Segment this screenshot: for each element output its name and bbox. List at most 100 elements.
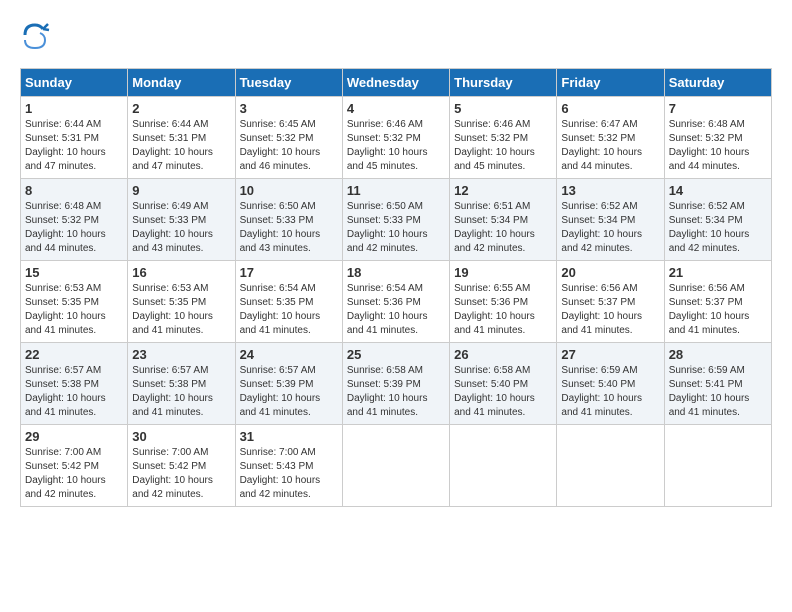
- calendar-cell: 21 Sunrise: 6:56 AM Sunset: 5:37 PM Dayl…: [664, 261, 771, 343]
- day-info: Sunrise: 6:46 AM Sunset: 5:32 PM Dayligh…: [347, 118, 445, 174]
- calendar-cell: [342, 425, 449, 507]
- day-number: 5: [454, 101, 552, 116]
- calendar-cell: 6 Sunrise: 6:47 AM Sunset: 5:32 PM Dayli…: [557, 97, 664, 179]
- calendar-cell: 15 Sunrise: 6:53 AM Sunset: 5:35 PM Dayl…: [21, 261, 128, 343]
- day-info: Sunrise: 6:51 AM Sunset: 5:34 PM Dayligh…: [454, 200, 552, 256]
- day-info: Sunrise: 6:57 AM Sunset: 5:39 PM Dayligh…: [240, 364, 338, 420]
- day-info: Sunrise: 6:56 AM Sunset: 5:37 PM Dayligh…: [669, 282, 767, 338]
- day-number: 15: [25, 265, 123, 280]
- day-info: Sunrise: 6:50 AM Sunset: 5:33 PM Dayligh…: [240, 200, 338, 256]
- day-info: Sunrise: 6:59 AM Sunset: 5:40 PM Dayligh…: [561, 364, 659, 420]
- day-info: Sunrise: 6:47 AM Sunset: 5:32 PM Dayligh…: [561, 118, 659, 174]
- calendar-cell: [450, 425, 557, 507]
- weekday-header-thursday: Thursday: [450, 69, 557, 97]
- logo: [20, 20, 54, 50]
- day-number: 25: [347, 347, 445, 362]
- day-info: Sunrise: 6:56 AM Sunset: 5:37 PM Dayligh…: [561, 282, 659, 338]
- calendar-cell: 3 Sunrise: 6:45 AM Sunset: 5:32 PM Dayli…: [235, 97, 342, 179]
- day-info: Sunrise: 7:00 AM Sunset: 5:43 PM Dayligh…: [240, 446, 338, 502]
- day-number: 13: [561, 183, 659, 198]
- calendar-week-4: 22 Sunrise: 6:57 AM Sunset: 5:38 PM Dayl…: [21, 343, 772, 425]
- day-info: Sunrise: 6:55 AM Sunset: 5:36 PM Dayligh…: [454, 282, 552, 338]
- day-number: 2: [132, 101, 230, 116]
- day-number: 29: [25, 429, 123, 444]
- calendar-cell: 1 Sunrise: 6:44 AM Sunset: 5:31 PM Dayli…: [21, 97, 128, 179]
- day-info: Sunrise: 6:53 AM Sunset: 5:35 PM Dayligh…: [132, 282, 230, 338]
- day-info: Sunrise: 6:48 AM Sunset: 5:32 PM Dayligh…: [669, 118, 767, 174]
- day-number: 8: [25, 183, 123, 198]
- weekday-header-friday: Friday: [557, 69, 664, 97]
- day-info: Sunrise: 7:00 AM Sunset: 5:42 PM Dayligh…: [132, 446, 230, 502]
- day-number: 20: [561, 265, 659, 280]
- day-info: Sunrise: 6:54 AM Sunset: 5:35 PM Dayligh…: [240, 282, 338, 338]
- calendar-cell: 23 Sunrise: 6:57 AM Sunset: 5:38 PM Dayl…: [128, 343, 235, 425]
- day-info: Sunrise: 6:44 AM Sunset: 5:31 PM Dayligh…: [132, 118, 230, 174]
- calendar-cell: 16 Sunrise: 6:53 AM Sunset: 5:35 PM Dayl…: [128, 261, 235, 343]
- day-info: Sunrise: 7:00 AM Sunset: 5:42 PM Dayligh…: [25, 446, 123, 502]
- day-number: 6: [561, 101, 659, 116]
- day-info: Sunrise: 6:58 AM Sunset: 5:40 PM Dayligh…: [454, 364, 552, 420]
- weekday-header-monday: Monday: [128, 69, 235, 97]
- calendar-week-3: 15 Sunrise: 6:53 AM Sunset: 5:35 PM Dayl…: [21, 261, 772, 343]
- calendar-cell: 10 Sunrise: 6:50 AM Sunset: 5:33 PM Dayl…: [235, 179, 342, 261]
- weekday-header-sunday: Sunday: [21, 69, 128, 97]
- day-info: Sunrise: 6:48 AM Sunset: 5:32 PM Dayligh…: [25, 200, 123, 256]
- day-info: Sunrise: 6:52 AM Sunset: 5:34 PM Dayligh…: [561, 200, 659, 256]
- day-number: 17: [240, 265, 338, 280]
- day-number: 28: [669, 347, 767, 362]
- calendar-cell: 26 Sunrise: 6:58 AM Sunset: 5:40 PM Dayl…: [450, 343, 557, 425]
- day-info: Sunrise: 6:57 AM Sunset: 5:38 PM Dayligh…: [25, 364, 123, 420]
- calendar-cell: 25 Sunrise: 6:58 AM Sunset: 5:39 PM Dayl…: [342, 343, 449, 425]
- day-info: Sunrise: 6:49 AM Sunset: 5:33 PM Dayligh…: [132, 200, 230, 256]
- weekday-header-saturday: Saturday: [664, 69, 771, 97]
- calendar-cell: 22 Sunrise: 6:57 AM Sunset: 5:38 PM Dayl…: [21, 343, 128, 425]
- day-number: 9: [132, 183, 230, 198]
- weekday-header-wednesday: Wednesday: [342, 69, 449, 97]
- calendar-cell: [557, 425, 664, 507]
- calendar-cell: 27 Sunrise: 6:59 AM Sunset: 5:40 PM Dayl…: [557, 343, 664, 425]
- day-number: 18: [347, 265, 445, 280]
- calendar-cell: 18 Sunrise: 6:54 AM Sunset: 5:36 PM Dayl…: [342, 261, 449, 343]
- day-number: 12: [454, 183, 552, 198]
- day-number: 14: [669, 183, 767, 198]
- day-info: Sunrise: 6:52 AM Sunset: 5:34 PM Dayligh…: [669, 200, 767, 256]
- day-number: 22: [25, 347, 123, 362]
- calendar-cell: 20 Sunrise: 6:56 AM Sunset: 5:37 PM Dayl…: [557, 261, 664, 343]
- calendar-cell: 14 Sunrise: 6:52 AM Sunset: 5:34 PM Dayl…: [664, 179, 771, 261]
- day-number: 31: [240, 429, 338, 444]
- day-number: 23: [132, 347, 230, 362]
- day-number: 16: [132, 265, 230, 280]
- calendar-cell: 8 Sunrise: 6:48 AM Sunset: 5:32 PM Dayli…: [21, 179, 128, 261]
- day-number: 19: [454, 265, 552, 280]
- calendar-cell: 28 Sunrise: 6:59 AM Sunset: 5:41 PM Dayl…: [664, 343, 771, 425]
- weekday-header-tuesday: Tuesday: [235, 69, 342, 97]
- calendar-cell: 7 Sunrise: 6:48 AM Sunset: 5:32 PM Dayli…: [664, 97, 771, 179]
- day-info: Sunrise: 6:54 AM Sunset: 5:36 PM Dayligh…: [347, 282, 445, 338]
- day-number: 10: [240, 183, 338, 198]
- calendar-cell: 4 Sunrise: 6:46 AM Sunset: 5:32 PM Dayli…: [342, 97, 449, 179]
- day-number: 21: [669, 265, 767, 280]
- day-number: 4: [347, 101, 445, 116]
- calendar-cell: 5 Sunrise: 6:46 AM Sunset: 5:32 PM Dayli…: [450, 97, 557, 179]
- day-number: 30: [132, 429, 230, 444]
- day-number: 11: [347, 183, 445, 198]
- day-info: Sunrise: 6:59 AM Sunset: 5:41 PM Dayligh…: [669, 364, 767, 420]
- day-number: 1: [25, 101, 123, 116]
- calendar: SundayMondayTuesdayWednesdayThursdayFrid…: [20, 68, 772, 507]
- calendar-cell: 29 Sunrise: 7:00 AM Sunset: 5:42 PM Dayl…: [21, 425, 128, 507]
- day-info: Sunrise: 6:46 AM Sunset: 5:32 PM Dayligh…: [454, 118, 552, 174]
- calendar-cell: 24 Sunrise: 6:57 AM Sunset: 5:39 PM Dayl…: [235, 343, 342, 425]
- day-number: 24: [240, 347, 338, 362]
- calendar-week-5: 29 Sunrise: 7:00 AM Sunset: 5:42 PM Dayl…: [21, 425, 772, 507]
- day-number: 27: [561, 347, 659, 362]
- calendar-cell: 30 Sunrise: 7:00 AM Sunset: 5:42 PM Dayl…: [128, 425, 235, 507]
- day-info: Sunrise: 6:57 AM Sunset: 5:38 PM Dayligh…: [132, 364, 230, 420]
- calendar-cell: 11 Sunrise: 6:50 AM Sunset: 5:33 PM Dayl…: [342, 179, 449, 261]
- calendar-week-1: 1 Sunrise: 6:44 AM Sunset: 5:31 PM Dayli…: [21, 97, 772, 179]
- calendar-cell: 31 Sunrise: 7:00 AM Sunset: 5:43 PM Dayl…: [235, 425, 342, 507]
- day-info: Sunrise: 6:45 AM Sunset: 5:32 PM Dayligh…: [240, 118, 338, 174]
- calendar-cell: 12 Sunrise: 6:51 AM Sunset: 5:34 PM Dayl…: [450, 179, 557, 261]
- day-info: Sunrise: 6:50 AM Sunset: 5:33 PM Dayligh…: [347, 200, 445, 256]
- calendar-cell: 19 Sunrise: 6:55 AM Sunset: 5:36 PM Dayl…: [450, 261, 557, 343]
- calendar-cell: 17 Sunrise: 6:54 AM Sunset: 5:35 PM Dayl…: [235, 261, 342, 343]
